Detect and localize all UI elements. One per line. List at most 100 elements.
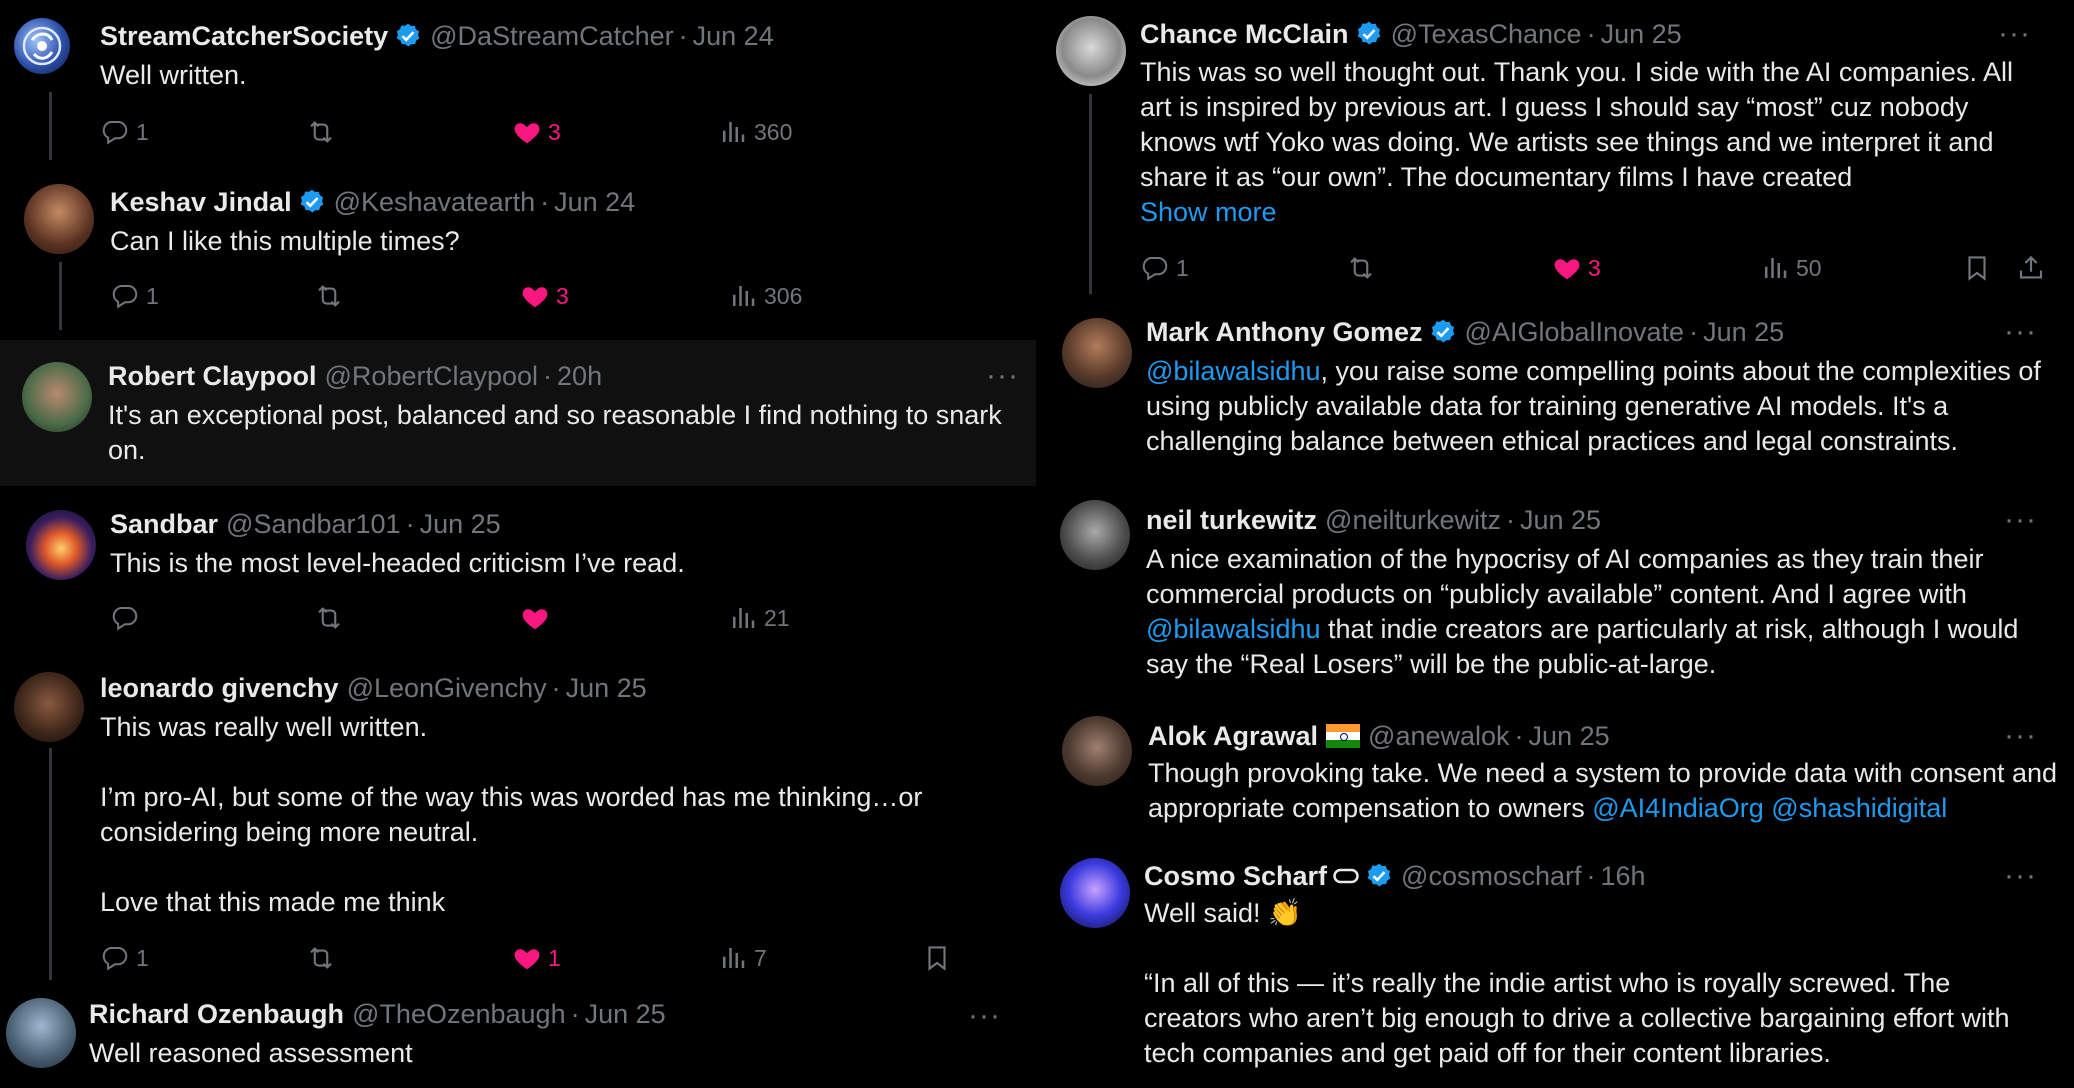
display-name[interactable]: Mark Anthony Gomez (1146, 316, 1423, 348)
more-options-button[interactable]: ··· (2004, 721, 2037, 751)
avatar[interactable] (24, 184, 94, 254)
timestamp[interactable]: Jun 24 (693, 20, 774, 52)
heart-icon (1552, 253, 1582, 283)
separator-dot: · (1586, 861, 1596, 891)
display-name[interactable]: neil turkewitz (1146, 504, 1317, 536)
timestamp[interactable]: Jun 25 (1601, 18, 1682, 50)
mention-link[interactable]: @AI4IndiaOrg (1592, 793, 1764, 823)
like-button[interactable]: 1 (512, 942, 561, 974)
avatar[interactable] (14, 18, 70, 74)
display-name[interactable]: Cosmo Scharf (1144, 860, 1327, 892)
retweet-button[interactable] (306, 116, 342, 148)
timestamp[interactable]: 20h (557, 360, 602, 392)
reply-tweet[interactable]: Sandbar @Sandbar101 · Jun 25 This is the… (0, 496, 1036, 646)
reply-tweet[interactable]: Chance McClain @TexasChance · Jun 25 ···… (1036, 0, 2074, 300)
timestamp[interactable]: Jun 25 (566, 672, 647, 704)
retweet-button[interactable] (314, 602, 350, 634)
bookmark-button[interactable] (922, 942, 958, 974)
more-options-button[interactable]: ··· (2004, 505, 2037, 535)
timestamp[interactable]: Jun 25 (1520, 504, 1601, 536)
display-name[interactable]: Keshav Jindal (110, 186, 292, 218)
reply-tweet-highlighted[interactable]: Robert Claypool @RobertClaypool · 20h ··… (0, 340, 1036, 486)
views-button[interactable]: 7 (718, 942, 767, 974)
verified-badge-icon (298, 188, 326, 216)
avatar[interactable] (1060, 500, 1130, 570)
like-button[interactable]: 3 (520, 280, 569, 312)
reply-tweet[interactable]: Mark Anthony Gomez @AIGlobalInovate · Ju… (1036, 306, 2074, 476)
like-button[interactable] (520, 602, 556, 634)
reply-tweet[interactable]: neil turkewitz @neilturkewitz · Jun 25 ·… (1036, 494, 2074, 694)
reply-button[interactable]: 1 (1140, 252, 1189, 284)
reply-tweet[interactable]: StreamCatcherSociety @DaStreamCatcher · … (0, 0, 1036, 160)
reply-tweet[interactable]: leonardo givenchy @LeonGivenchy · Jun 25… (0, 660, 1036, 980)
user-handle[interactable]: @TheOzenbaugh (352, 998, 566, 1030)
user-handle[interactable]: @LeonGivenchy (347, 672, 547, 704)
display-name[interactable]: Richard Ozenbaugh (89, 998, 344, 1030)
timestamp[interactable]: Jun 25 (1703, 316, 1784, 348)
more-options-button[interactable]: ··· (2004, 861, 2037, 891)
tweet-text: Can I like this multiple times? (110, 224, 1010, 259)
user-handle[interactable]: @DaStreamCatcher (430, 20, 674, 52)
display-name[interactable]: Sandbar (110, 508, 218, 540)
more-options-button[interactable]: ··· (1998, 19, 2031, 49)
mention-link[interactable]: @bilawalsidhu (1146, 614, 1321, 644)
views-button[interactable]: 306 (728, 280, 802, 312)
avatar[interactable] (22, 362, 92, 432)
display-name[interactable]: Alok Agrawal (1148, 720, 1318, 752)
more-options-button[interactable]: ··· (2004, 317, 2037, 347)
mention-link[interactable]: @shashidigital (1771, 793, 1947, 823)
avatar[interactable] (1056, 16, 1126, 86)
retweet-button[interactable] (306, 942, 342, 974)
view-count: 7 (754, 944, 767, 971)
display-name[interactable]: Chance McClain (1140, 18, 1349, 50)
user-handle[interactable]: @TexasChance (1391, 18, 1582, 50)
views-button[interactable]: 50 (1760, 252, 1822, 284)
user-handle[interactable]: @neilturkewitz (1325, 504, 1501, 536)
timestamp[interactable]: 16h (1601, 860, 1646, 892)
timestamp[interactable]: Jun 24 (554, 186, 635, 218)
avatar[interactable] (6, 998, 76, 1068)
tweet-text: @bilawalsidhu, you raise some compelling… (1146, 354, 2066, 459)
user-handle[interactable]: @Sandbar101 (226, 508, 401, 540)
more-options-button[interactable]: ··· (986, 361, 1019, 391)
avatar[interactable] (1060, 858, 1130, 928)
avatar[interactable] (1062, 716, 1132, 786)
reply-button[interactable]: 1 (110, 280, 159, 312)
reply-button[interactable]: 1 (100, 116, 149, 148)
mention-link[interactable]: @bilawalsidhu (1146, 356, 1321, 386)
like-button[interactable]: 3 (512, 116, 561, 148)
reply-tweet[interactable]: Richard Ozenbaugh @TheOzenbaugh · Jun 25… (0, 990, 1036, 1088)
timestamp[interactable]: Jun 25 (420, 508, 501, 540)
avatar[interactable] (1062, 318, 1132, 388)
timestamp[interactable]: Jun 25 (1529, 720, 1610, 752)
views-button[interactable]: 360 (718, 116, 792, 148)
share-button[interactable] (2016, 252, 2052, 284)
user-handle[interactable]: @anewalok (1368, 720, 1510, 752)
display-name[interactable]: Robert Claypool (108, 360, 317, 392)
avatar[interactable] (14, 672, 84, 742)
bookmark-button[interactable] (1962, 252, 1998, 284)
reply-button[interactable] (110, 602, 146, 634)
retweet-button[interactable] (314, 280, 350, 312)
user-handle[interactable]: @Keshavatearth (334, 186, 536, 218)
reply-tweet[interactable]: Cosmo Scharf @cosmoscharf · 16h ··· Well… (1036, 852, 2074, 1088)
reply-tweet[interactable]: Alok Agrawal @anewalok · Jun 25 ··· Thou… (1036, 712, 2074, 842)
display-name[interactable]: leonardo givenchy (100, 672, 339, 704)
timestamp[interactable]: Jun 25 (585, 998, 666, 1030)
like-button[interactable]: 3 (1552, 252, 1601, 284)
user-handle[interactable]: @cosmoscharf (1401, 860, 1581, 892)
display-name[interactable]: StreamCatcherSociety (100, 20, 388, 52)
more-options-button[interactable]: ··· (968, 1001, 1001, 1031)
vision-headset-icon (1333, 868, 1359, 884)
reply-tweet[interactable]: Keshav Jindal @Keshavatearth · Jun 24 Ca… (0, 170, 1036, 330)
user-handle[interactable]: @AIGlobalInovate (1465, 316, 1685, 348)
tweet-text-line: Love that this made me think (100, 887, 446, 917)
views-button[interactable]: 21 (728, 602, 790, 634)
tweet-text-line: challenging balance between ethical prac… (1146, 426, 1959, 456)
show-more-link[interactable]: Show more (1140, 195, 2060, 230)
retweet-button[interactable] (1346, 252, 1382, 284)
user-handle[interactable]: @RobertClaypool (325, 360, 539, 392)
reply-button[interactable]: 1 (100, 942, 149, 974)
tweet-text-line: It's an exceptional post, balanced and s… (108, 400, 1002, 430)
avatar[interactable] (26, 510, 96, 580)
